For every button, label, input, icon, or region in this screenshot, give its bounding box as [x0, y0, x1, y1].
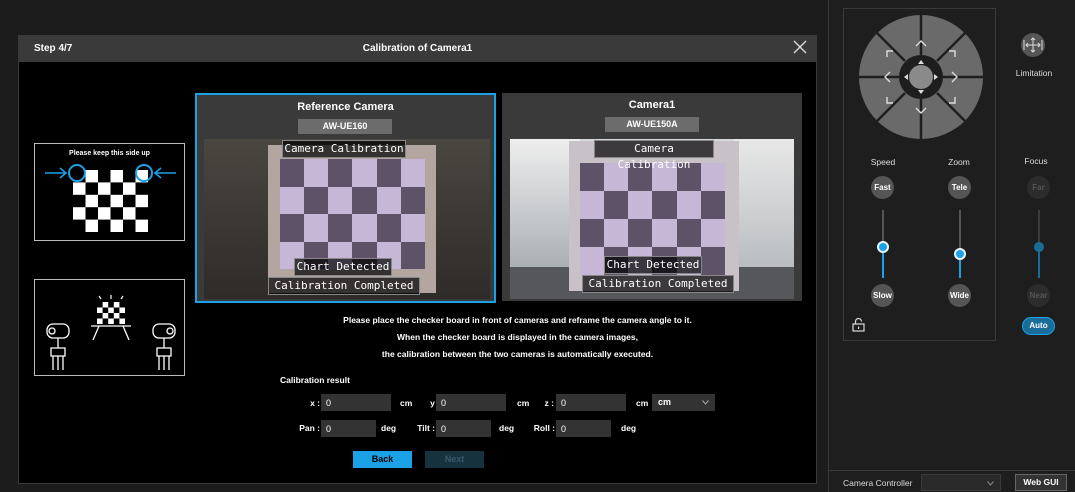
- speed-label: Speed: [870, 157, 896, 167]
- close-icon[interactable]: [792, 39, 808, 55]
- focus-near-button[interactable]: Near: [1027, 284, 1050, 307]
- ptz-joystick[interactable]: [857, 13, 985, 141]
- dialog-header: Step 4/7 Calibration of Camera1: [19, 36, 816, 62]
- y-input[interactable]: [436, 394, 506, 411]
- ptz-control-box: Speed Zoom Fast Slow Tele Wide: [843, 8, 996, 341]
- x-label: x :: [310, 398, 320, 408]
- focus-label: Focus: [1024, 156, 1048, 166]
- lock-open-icon[interactable]: [852, 318, 865, 332]
- camera1-overlay-bottom: Calibration Completed: [582, 275, 734, 293]
- focus-slider-knob[interactable]: [1034, 242, 1044, 253]
- camera1-model: AW-UE150A: [605, 117, 699, 132]
- orientation-guide: Please keep this side up: [34, 143, 185, 241]
- instruction-line-2: When the checker board is displayed in t…: [397, 332, 638, 342]
- speed-fast-button[interactable]: Fast: [871, 176, 894, 199]
- speed-slider-knob[interactable]: [877, 241, 889, 254]
- unit-select[interactable]: cm: [652, 394, 715, 411]
- tilt-unit: deg: [499, 423, 515, 433]
- calibration-result-label: Calibration result: [280, 375, 350, 385]
- limitation-label: Limitation: [1015, 68, 1053, 78]
- next-button[interactable]: Next: [425, 451, 484, 468]
- unit-select-value: cm: [658, 397, 672, 407]
- camera1-overlay-top: Camera Calibration: [594, 140, 714, 171]
- zoom-label: Zoom: [948, 157, 970, 167]
- dialog-title: Calibration of Camera1: [362, 43, 473, 54]
- pan-unit: deg: [381, 423, 397, 433]
- instruction-line-3: the calibration between the two cameras …: [381, 349, 654, 359]
- setup-illustration: [34, 279, 185, 376]
- camera-controller-select[interactable]: [921, 474, 1001, 491]
- camera-setup-icon: [46, 295, 176, 370]
- limitation-icon[interactable]: [1020, 32, 1046, 58]
- reference-checker-board: [280, 159, 425, 269]
- reference-camera-title: Reference Camera: [297, 101, 394, 113]
- chevron-down-icon: [987, 481, 994, 486]
- focus-far-button[interactable]: Far: [1027, 176, 1050, 199]
- main-area: Step 4/7 Calibration of Camera1 Please k…: [0, 0, 828, 492]
- pan-input[interactable]: [321, 420, 376, 437]
- chevron-down-icon: [702, 400, 709, 405]
- reference-overlay-mid: Chart Detected: [294, 258, 392, 276]
- orientation-note: Please keep this side up: [69, 150, 150, 157]
- roll-input[interactable]: [556, 420, 611, 437]
- speed-slow-button[interactable]: Slow: [871, 284, 894, 307]
- back-button[interactable]: Back: [353, 451, 412, 468]
- tilt-label: Tilt :: [417, 423, 435, 433]
- z-label: z :: [544, 398, 554, 408]
- roll-unit: deg: [621, 423, 637, 433]
- camera1-panel[interactable]: Camera1 AW-UE150A Camera Calibration Cha…: [502, 93, 802, 301]
- web-gui-button[interactable]: Web GUI: [1015, 474, 1067, 491]
- instruction-line-1: Please place the checker board in front …: [343, 315, 692, 325]
- z-unit: cm: [636, 398, 649, 408]
- zoom-tele-button[interactable]: Tele: [948, 176, 971, 199]
- zoom-slider-knob[interactable]: [954, 248, 966, 261]
- zoom-wide-button[interactable]: Wide: [948, 284, 971, 307]
- camera1-title: Camera1: [628, 99, 676, 111]
- camera1-overlay-mid: Chart Detected: [604, 256, 702, 274]
- z-input[interactable]: [556, 394, 626, 411]
- reference-overlay-top: Camera Calibration: [282, 140, 406, 158]
- roll-label: Roll :: [533, 423, 555, 433]
- bottom-bar: Camera Controller Web GUI: [829, 470, 1075, 492]
- reference-overlay-bottom: Calibration Completed: [268, 277, 420, 295]
- x-input[interactable]: [321, 394, 391, 411]
- pan-label: Pan :: [299, 423, 320, 433]
- reference-camera-panel[interactable]: Reference Camera AW-UE160 Camera Calibra…: [195, 93, 496, 303]
- checker-orientation-icon: [45, 164, 176, 232]
- calibration-dialog: Step 4/7 Calibration of Camera1 Please k…: [18, 35, 817, 484]
- focus-auto-button[interactable]: Auto: [1022, 317, 1055, 335]
- reference-camera-image: Camera Calibration Chart Detected Calibr…: [204, 139, 490, 299]
- tilt-input[interactable]: [436, 420, 491, 437]
- camera-controller-label: Camera Controller: [843, 478, 913, 488]
- camera1-image: Camera Calibration Chart Detected Calibr…: [510, 139, 794, 299]
- camera-controller-panel: Speed Zoom Fast Slow Tele Wide Limitatio…: [828, 0, 1075, 492]
- reference-camera-model: AW-UE160: [298, 119, 392, 134]
